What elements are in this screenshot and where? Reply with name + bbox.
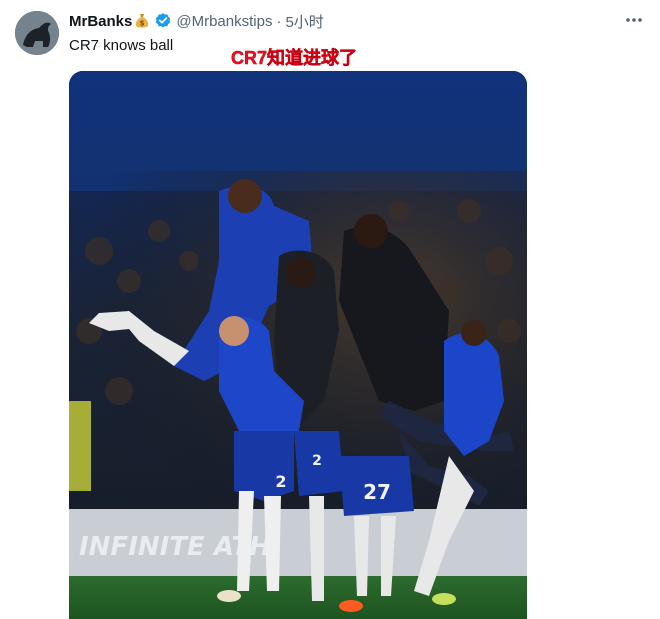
separator-dot: · — [276, 12, 282, 30]
money-bag-icon: $ — [134, 13, 150, 29]
verified-badge-icon[interactable] — [154, 12, 172, 30]
shirt-number-2b: 2 — [275, 472, 286, 491]
user-avatar[interactable] — [15, 11, 59, 55]
svg-text:$: $ — [140, 20, 145, 28]
tweet-card[interactable]: MrBanks $ @Mrbankstips · 5小时 CR7 knows b… — [0, 0, 660, 619]
user-handle[interactable]: @Mrbankstips — [176, 13, 272, 30]
tweet-header: MrBanks $ @Mrbankstips · 5小时 — [69, 11, 324, 31]
timestamp[interactable]: 5小时 — [285, 11, 323, 32]
tweet-photo[interactable]: INFINITE ATH 27 2 2 — [69, 71, 527, 619]
shirt-number-2a: 2 — [312, 453, 322, 469]
tweet-text: CR7 knows ball — [69, 37, 174, 54]
shirt-number-27: 27 — [363, 480, 391, 504]
display-name[interactable]: MrBanks — [69, 13, 132, 30]
overlay-caption: CR7知道进球了 — [231, 48, 358, 69]
more-options-icon[interactable] — [622, 10, 646, 30]
